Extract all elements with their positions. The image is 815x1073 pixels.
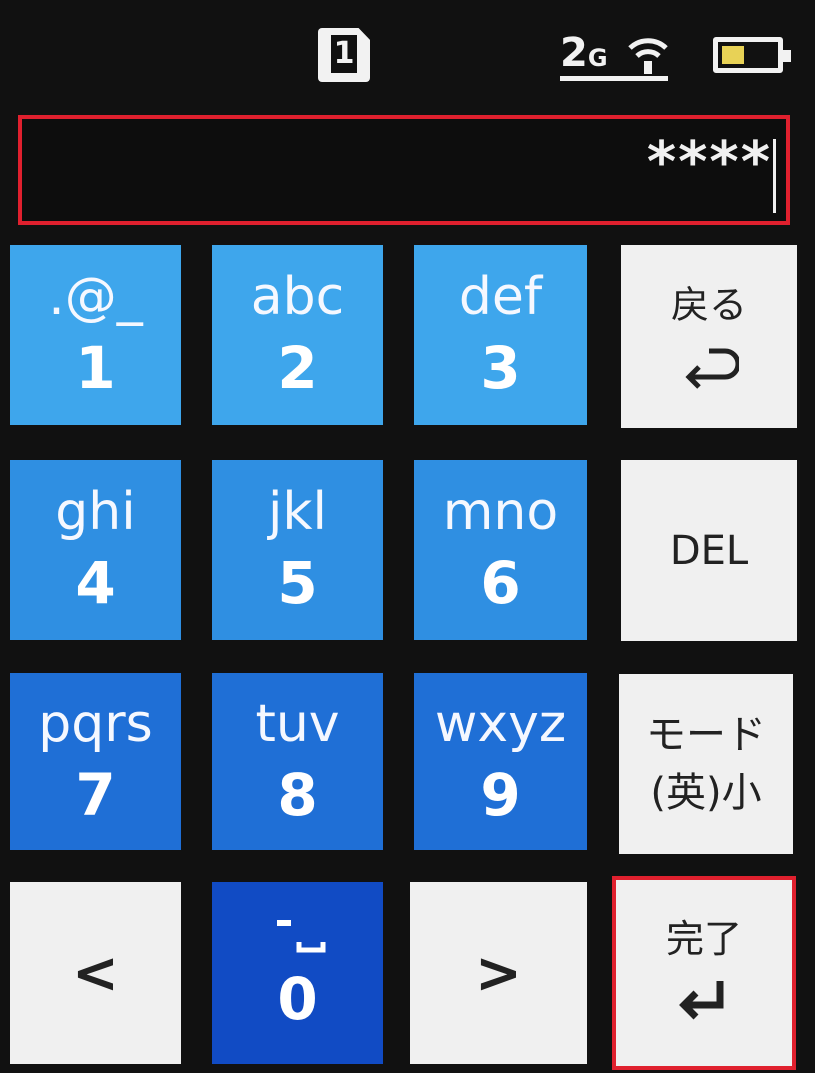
key-letters: jkl [267, 482, 327, 542]
mode-label: モード [646, 712, 766, 758]
key-9[interactable]: wxyz 9 [414, 673, 587, 850]
key-4[interactable]: ghi 4 [10, 460, 181, 640]
network-indicator: 2G [560, 28, 670, 86]
key-digit: 3 [480, 334, 521, 402]
key-digit: 6 [480, 549, 521, 617]
return-arrow-icon [685, 348, 739, 389]
key-digit: 0 [277, 965, 318, 1033]
key-letters: .@_ [48, 267, 143, 327]
delete-label: DEL [669, 527, 749, 574]
key-1[interactable]: .@_ 1 [10, 245, 181, 425]
battery-icon [713, 37, 791, 73]
cursor-right-label: > [475, 940, 522, 1006]
key-letters: def [458, 267, 543, 327]
key-6[interactable]: mno 6 [414, 460, 587, 640]
network-generation: 2 [560, 30, 588, 76]
done-label: 完了 [665, 917, 742, 961]
key-letters: wxyz [434, 693, 567, 754]
key-digit: 8 [277, 760, 318, 829]
enter-arrow-icon [679, 981, 724, 1020]
key-letters: abc [250, 267, 345, 327]
input-mode-key[interactable]: モード (英)小 [619, 674, 793, 854]
mode-state: (英)小 [650, 770, 762, 816]
sim-slot-number: 1 [331, 35, 357, 73]
password-value: **** [646, 130, 772, 195]
space-icon [276, 920, 325, 953]
cursor-left-key[interactable]: < [10, 882, 181, 1064]
key-7[interactable]: pqrs 7 [10, 673, 181, 850]
cursor-left-label: < [72, 940, 119, 1006]
key-letters: ghi [55, 482, 136, 542]
key-digit: 1 [75, 334, 116, 402]
text-caret [773, 139, 776, 213]
key-digit: 9 [480, 760, 521, 829]
key-letters: tuv [255, 693, 340, 754]
done-key[interactable]: 完了 [612, 876, 796, 1070]
delete-key[interactable]: DEL [621, 460, 797, 641]
status-bar: 1 2G [0, 0, 815, 100]
network-suffix: G [587, 44, 608, 72]
key-3[interactable]: def 3 [414, 245, 587, 425]
key-digit: 2 [277, 334, 318, 402]
key-letters: pqrs [38, 693, 153, 754]
key-2[interactable]: abc 2 [212, 245, 383, 425]
password-input[interactable]: **** [18, 115, 790, 225]
key-digit: 4 [75, 549, 116, 617]
key-digit: 5 [277, 549, 318, 617]
back-key[interactable]: 戻る [621, 245, 797, 428]
key-0[interactable]: 0 [212, 882, 383, 1064]
key-5[interactable]: jkl 5 [212, 460, 383, 640]
key-digit: 7 [75, 760, 116, 829]
cursor-right-key[interactable]: > [410, 882, 587, 1064]
key-letters: mno [442, 482, 559, 542]
sim-card-icon: 1 [318, 28, 370, 82]
back-label: 戻る [670, 282, 747, 327]
key-8[interactable]: tuv 8 [212, 673, 383, 850]
signal-icon [628, 38, 668, 74]
